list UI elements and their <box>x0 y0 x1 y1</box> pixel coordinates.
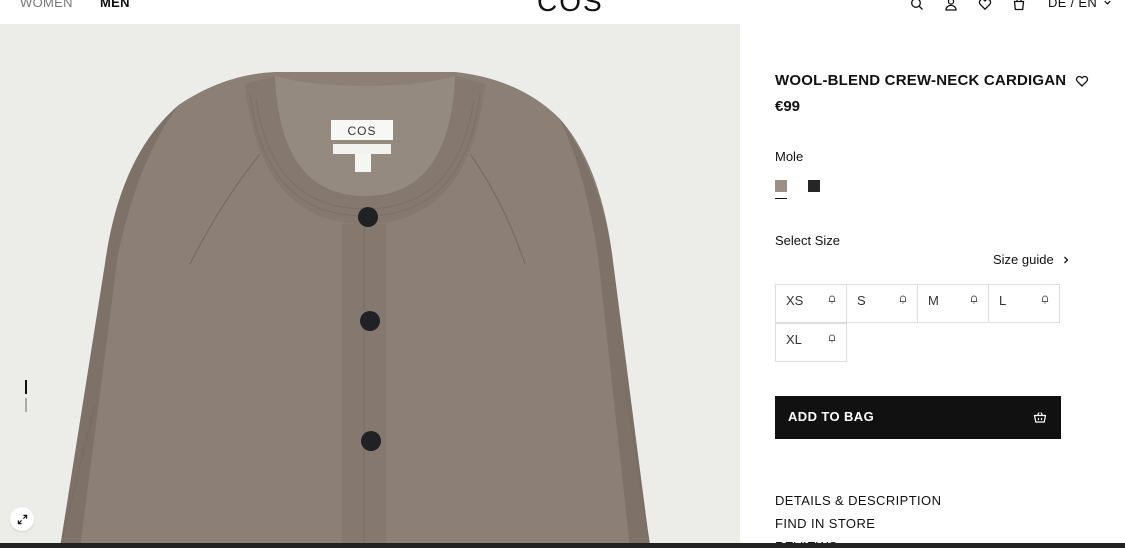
account-icon[interactable] <box>944 0 960 13</box>
garment-label-text: COS <box>347 124 376 138</box>
site-header: WOMEN MEN COS DE / EN <box>0 0 1125 24</box>
size-option-l[interactable]: L <box>988 284 1060 323</box>
color-swatch-black[interactable] <box>808 180 820 192</box>
gallery-indicator-active[interactable] <box>25 380 27 394</box>
size-option-xl[interactable]: XL <box>775 323 847 362</box>
accordion-find-in-store[interactable]: FIND IN STORE <box>775 516 875 531</box>
nav-men-link[interactable]: MEN <box>100 0 130 10</box>
notify-bell-icon <box>970 294 978 304</box>
heart-icon[interactable] <box>1075 74 1089 88</box>
size-option-m[interactable]: M <box>917 284 989 323</box>
notify-bell-icon <box>1041 294 1049 304</box>
site-logo[interactable]: COS <box>537 0 604 18</box>
product-price: €99 <box>775 98 801 115</box>
wishlist-icon[interactable] <box>978 0 994 13</box>
chevron-right-icon <box>1062 256 1070 264</box>
add-to-bag-button[interactable]: ADD TO BAG <box>775 396 1061 439</box>
product-details-panel: WOOL-BLEND CREW-NECK CARDIGAN €99 Mole S… <box>740 24 1125 548</box>
size-label: L <box>999 293 1007 308</box>
add-to-bag-label: ADD TO BAG <box>788 409 875 424</box>
product-image-gallery[interactable]: COS <box>0 24 740 548</box>
color-swatch-mole[interactable] <box>775 180 787 199</box>
bag-icon[interactable] <box>1012 0 1028 13</box>
size-label: XL <box>786 332 802 347</box>
accordion-details-description[interactable]: DETAILS & DESCRIPTION <box>775 493 941 508</box>
size-label: S <box>857 293 866 308</box>
search-icon[interactable] <box>910 0 926 13</box>
size-label: M <box>928 293 939 308</box>
gallery-indicator[interactable] <box>25 398 27 412</box>
size-guide-link[interactable]: Size guide <box>993 252 1070 267</box>
language-label: DE / EN <box>1048 0 1098 10</box>
chevron-down-icon <box>1103 0 1112 7</box>
select-size-label: Select Size <box>775 233 841 248</box>
bottom-bar <box>0 543 1125 548</box>
expand-icon <box>17 514 28 525</box>
notify-bell-icon <box>828 333 836 343</box>
size-option-s[interactable]: S <box>846 284 918 323</box>
product-title-row: WOOL-BLEND CREW-NECK CARDIGAN <box>775 72 1089 89</box>
size-label: XS <box>786 293 804 308</box>
notify-bell-icon <box>899 294 907 304</box>
selected-color-name: Mole <box>775 149 804 164</box>
product-title: WOOL-BLEND CREW-NECK CARDIGAN <box>775 72 1067 89</box>
expand-image-button[interactable] <box>10 507 34 531</box>
product-image: COS <box>59 72 651 548</box>
language-selector[interactable]: DE / EN <box>1048 0 1112 10</box>
shopping-basket-icon <box>1033 410 1047 424</box>
notify-bell-icon <box>828 294 836 304</box>
size-guide-label: Size guide <box>993 252 1054 267</box>
size-option-xs[interactable]: XS <box>775 284 847 323</box>
nav-women-link[interactable]: WOMEN <box>20 0 73 10</box>
